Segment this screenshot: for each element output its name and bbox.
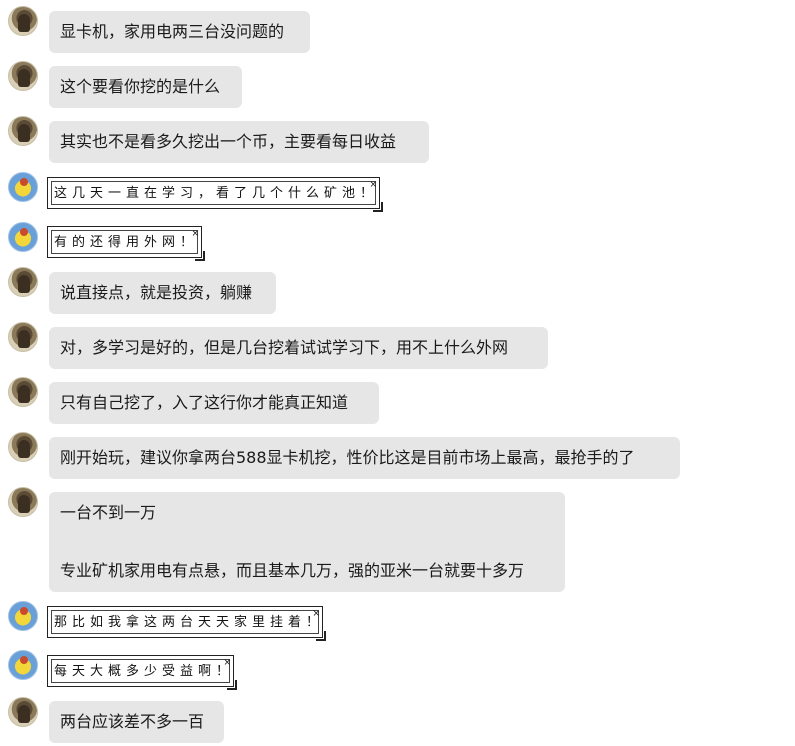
person-icon: [18, 275, 30, 293]
avatar-sender-a[interactable]: [8, 61, 38, 91]
avatar-sender-a[interactable]: [8, 432, 38, 462]
sticker-card: 那比如我拿这两台天天家里挂着！ ×: [47, 606, 326, 641]
message-bubble: 一台不到一万 专业矿机家用电有点悬，而且基本几万，强的亚米一台就要十多万: [49, 492, 565, 592]
card-text: 这几天一直在学习，看了几个什么矿池！: [54, 186, 379, 201]
person-icon: [18, 705, 30, 723]
avatar-sender-b[interactable]: [8, 601, 38, 631]
sticker-card: 有的还得用外网！ ×: [47, 226, 205, 261]
message-bubble: 这个要看你挖的是什么: [49, 66, 242, 108]
message-bubble: 两台应该差不多一百: [49, 701, 224, 743]
message-text: 显卡机，家用电两三台没问题的: [60, 22, 285, 41]
avatar-sender-a[interactable]: [8, 377, 38, 407]
sticker-card: 这几天一直在学习，看了几个什么矿池！ ×: [47, 177, 383, 212]
avatar-sender-b[interactable]: [8, 222, 38, 252]
message-text: 说直接点，就是投资，躺赚: [60, 283, 253, 302]
person-icon: [18, 330, 30, 348]
person-icon: [18, 14, 30, 32]
person-icon: [18, 440, 30, 458]
card-text: 那比如我拿这两台天天家里挂着！: [54, 615, 325, 630]
card-text: 有的还得用外网！: [54, 235, 199, 250]
message-text: 两台应该差不多一百: [60, 712, 205, 731]
avatar-sender-a[interactable]: [8, 487, 38, 517]
message-text: 这个要看你挖的是什么: [60, 77, 221, 96]
avatar-sender-a[interactable]: [8, 267, 38, 297]
message-text: 一台不到一万: [60, 503, 157, 522]
message-text: 其实也不是看多久挖出一个币，主要看每日收益: [60, 132, 397, 151]
message-text: 专业矿机家用电有点悬，而且基本几万，强的亚米一台就要十多万: [60, 561, 525, 580]
message-bubble: 对，多学习是好的，但是几台挖着试试学习下，用不上什么外网: [49, 327, 548, 369]
avatar-sender-a[interactable]: [8, 697, 38, 727]
cartoon-icon: [20, 607, 28, 615]
person-icon: [18, 69, 30, 87]
cartoon-icon: [20, 656, 28, 664]
message-bubble: 刚开始玩，建议你拿两台588显卡机挖，性价比这是目前市场上最高，最抢手的了: [49, 437, 680, 479]
avatar-sender-a[interactable]: [8, 116, 38, 146]
message-bubble: 只有自己挖了，入了这行你才能真正知道: [49, 382, 379, 424]
avatar-sender-b[interactable]: [8, 172, 38, 202]
message-text: 对，多学习是好的，但是几台挖着试试学习下，用不上什么外网: [60, 338, 509, 357]
cartoon-icon: [20, 178, 28, 186]
sticker-card: 每天大概多少受益啊！ ×: [47, 655, 237, 690]
message-text: 只有自己挖了，入了这行你才能真正知道: [60, 393, 349, 412]
avatar-sender-a[interactable]: [8, 322, 38, 352]
avatar-sender-b[interactable]: [8, 650, 38, 680]
person-icon: [18, 124, 30, 142]
avatar-sender-a[interactable]: [8, 6, 38, 36]
cartoon-icon: [20, 228, 28, 236]
person-icon: [18, 495, 30, 513]
person-icon: [18, 385, 30, 403]
message-bubble: 显卡机，家用电两三台没问题的: [49, 11, 310, 53]
message-bubble: 说直接点，就是投资，躺赚: [49, 272, 276, 314]
message-bubble: 其实也不是看多久挖出一个币，主要看每日收益: [49, 121, 429, 163]
card-text: 每天大概多少受益啊！: [54, 664, 235, 679]
message-text: 刚开始玩，建议你拿两台588显卡机挖，性价比这是目前市场上最高，最抢手的了: [60, 448, 635, 467]
